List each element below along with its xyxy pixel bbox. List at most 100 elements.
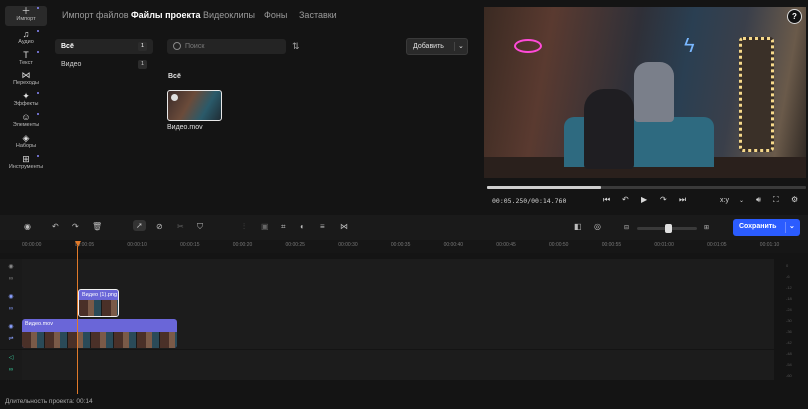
meter-tick-label: -48: [786, 351, 792, 356]
trash-icon[interactable]: 🗑︎: [92, 222, 102, 231]
timeline-clip-image[interactable]: Видео (1).png: [78, 289, 119, 317]
play-icon[interactable]: ▶: [641, 195, 647, 204]
caption-icon[interactable]: ▣: [261, 222, 269, 231]
new-dot: [37, 30, 39, 32]
meter-tick-label: -36: [786, 329, 792, 334]
skip-start-icon[interactable]: ⏮: [603, 195, 610, 205]
crop-icon[interactable]: ⌗: [281, 222, 286, 232]
redo-icon[interactable]: ↷: [72, 222, 79, 231]
split-audio-icon[interactable]: ◧: [574, 222, 582, 231]
sidebar-item-label: Элементы: [12, 122, 40, 128]
gear-icon[interactable]: ⚙: [791, 195, 798, 204]
timeline-clip-video[interactable]: Видео.mov: [22, 319, 177, 348]
sidebar-item-audio[interactable]: ♫ Аудио: [5, 29, 47, 45]
track-controls: ◉ ⇌: [0, 319, 22, 349]
transition-icon[interactable]: ⋈: [340, 222, 348, 231]
media-thumbnail[interactable]: [167, 90, 222, 121]
track-controls: ◉ ∞: [0, 289, 22, 319]
tab-project-files[interactable]: Файлы проекта: [131, 10, 200, 20]
sidebar-item-label: Инструменты: [8, 164, 44, 170]
sidebar-item-text[interactable]: T Текст: [5, 50, 47, 66]
link-icon[interactable]: ∞: [0, 366, 22, 374]
sidebar-item-label: Текст: [19, 60, 33, 66]
chevron-down-icon[interactable]: ⌄: [789, 222, 795, 230]
scissors-icon[interactable]: ✂: [177, 222, 184, 231]
zoom-slider-knob[interactable]: [665, 224, 672, 233]
sidebar-item-import[interactable]: ＋ Импорт: [5, 6, 47, 26]
person-figure: [584, 89, 634, 169]
tab-import-files[interactable]: Импорт файлов: [62, 10, 129, 20]
playhead-handle[interactable]: [75, 241, 81, 247]
fullscreen-icon[interactable]: ⛶: [773, 195, 779, 205]
zoom-in-icon[interactable]: ⊞: [704, 224, 709, 231]
aspect-ratio-selector[interactable]: x:y: [720, 197, 729, 204]
link-icon[interactable]: ∞: [0, 275, 22, 283]
shield-icon[interactable]: ⛉: [197, 222, 203, 232]
timeline-ruler[interactable]: 00:00:00 00:00:05 00:00:10 00:00:15 00:00:20…: [0, 240, 808, 253]
sticker-icon: ☺: [21, 112, 31, 122]
sidebar-item-sets[interactable]: ◈ Наборы: [5, 133, 47, 149]
chevron-down-icon[interactable]: ⌄: [739, 197, 744, 204]
tab-videoclips[interactable]: Видеоклипы: [203, 10, 255, 20]
save-button[interactable]: Сохранить ⌄: [733, 219, 800, 236]
zoom-slider[interactable]: [637, 224, 697, 233]
help-button[interactable]: ?: [787, 9, 802, 24]
undo-icon[interactable]: ↶: [52, 222, 59, 231]
step-back-icon[interactable]: ↶: [622, 195, 629, 204]
chevron-down-icon[interactable]: ⌄: [458, 42, 464, 50]
timeline-track-overlay[interactable]: [22, 289, 774, 319]
snap-icon[interactable]: ◎: [594, 222, 601, 231]
video-editor: ＋ Импорт ♫ Аудио T Текст ⋈ Переходы ✦ Эф…: [0, 0, 808, 409]
clip-filmstrip: [79, 300, 118, 316]
new-dot: [37, 7, 39, 9]
category-all[interactable]: Всё 1: [55, 39, 153, 54]
text-icon: T: [23, 50, 29, 60]
category-video[interactable]: Видео 1: [55, 57, 153, 72]
tab-backgrounds[interactable]: Фоны: [264, 10, 287, 20]
ruler-tick-label: 00:00:10: [127, 242, 147, 248]
video-preview[interactable]: ϟ: [484, 7, 806, 178]
search-icon: [173, 42, 181, 50]
new-dot: [37, 155, 39, 157]
tools-icon: ⊞: [22, 154, 30, 164]
skip-end-icon[interactable]: ⏭: [679, 195, 686, 205]
eye-icon[interactable]: ◉: [0, 323, 22, 331]
zoom-out-icon[interactable]: ⊟: [624, 224, 629, 231]
guitarist-figure: [634, 62, 674, 122]
video-type-icon: [171, 94, 178, 101]
tab-intros[interactable]: Заставки: [299, 10, 337, 20]
speed-icon[interactable]: ◐: [300, 222, 305, 231]
category-count: 1: [138, 42, 147, 51]
divider: [785, 222, 786, 233]
sidebar-item-transitions[interactable]: ⋈ Переходы: [5, 70, 47, 86]
search-input[interactable]: [185, 41, 280, 52]
timeline-track-audio[interactable]: [22, 350, 774, 380]
audio-link-icon[interactable]: ⇌: [0, 335, 22, 343]
add-button[interactable]: Добавить ⌄: [406, 38, 468, 55]
volume-icon[interactable]: 🔊︎: [756, 195, 761, 205]
neon-bolt-sign: ϟ: [684, 35, 695, 57]
track-controls: ◉ ∞: [0, 259, 22, 289]
eye-icon[interactable]: ◉: [0, 263, 22, 271]
meter-tick-label: -6: [786, 274, 790, 279]
timeline-track-empty[interactable]: [22, 259, 774, 289]
meter-tick-label: -60: [786, 373, 792, 378]
audio-wave-icon[interactable]: ⫶: [243, 222, 245, 232]
playhead[interactable]: [77, 246, 78, 394]
playback-progress[interactable]: [487, 186, 806, 189]
sidebar-item-tools[interactable]: ⊞ Инструменты: [5, 154, 47, 170]
step-forward-icon[interactable]: ↷: [660, 195, 667, 204]
speaker-icon[interactable]: ◁: [0, 354, 22, 362]
select-cursor-icon[interactable]: ➚: [133, 220, 146, 231]
sidebar-item-effects[interactable]: ✦ Эффекты: [5, 91, 47, 107]
blade-off-icon[interactable]: ⊘: [156, 222, 163, 231]
timecode: 00:05.250/00:14.760: [492, 197, 567, 205]
sort-icon[interactable]: ⇅: [292, 41, 300, 52]
media-file-name: Видео.mov: [167, 124, 203, 131]
record-icon[interactable]: ◉: [24, 222, 31, 231]
adjust-icon[interactable]: ≡: [320, 222, 325, 231]
eye-icon[interactable]: ◉: [0, 293, 22, 301]
link-icon[interactable]: ∞: [0, 305, 22, 313]
left-sidebar: ＋ Импорт ♫ Аудио T Текст ⋈ Переходы ✦ Эф…: [0, 0, 48, 215]
sidebar-item-elements[interactable]: ☺ Элементы: [5, 112, 47, 128]
